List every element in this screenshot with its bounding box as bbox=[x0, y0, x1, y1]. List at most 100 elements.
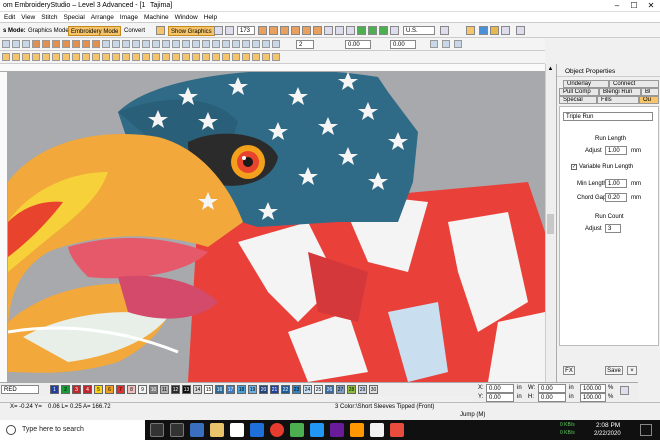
stitch-type-select[interactable]: Triple Run bbox=[563, 112, 653, 121]
stitch-effect-icon[interactable] bbox=[212, 53, 220, 61]
design-canvas[interactable] bbox=[8, 72, 545, 382]
color-swatch[interactable]: 4 bbox=[83, 385, 92, 394]
mail-icon[interactable] bbox=[250, 423, 264, 437]
color-swatch[interactable]: 17 bbox=[226, 385, 235, 394]
rectangle-icon[interactable] bbox=[42, 53, 50, 61]
color-wheel-icon[interactable] bbox=[479, 26, 488, 35]
close-icon[interactable]: ✕ bbox=[644, 1, 658, 11]
value-field-1[interactable]: 2 bbox=[296, 40, 314, 49]
sequence-icon[interactable] bbox=[202, 40, 210, 48]
color-swatch[interactable]: 23 bbox=[292, 385, 301, 394]
outline-icon[interactable] bbox=[32, 40, 40, 48]
maximize-icon[interactable]: ☐ bbox=[627, 1, 641, 11]
grid-icon[interactable] bbox=[324, 26, 333, 35]
menu-arrange[interactable]: Arrange bbox=[91, 14, 114, 21]
align-center-icon[interactable] bbox=[112, 40, 120, 48]
minimize-icon[interactable]: – bbox=[610, 1, 624, 11]
clock-time[interactable]: 2:08 PM bbox=[596, 422, 620, 429]
show-graphics-icon[interactable] bbox=[156, 26, 165, 35]
color-swatch[interactable]: 7 bbox=[116, 385, 125, 394]
color-swatch[interactable]: 20 bbox=[259, 385, 268, 394]
app-icon-3[interactable] bbox=[330, 423, 344, 437]
text-icon[interactable] bbox=[72, 53, 80, 61]
color-swatch[interactable]: 28 bbox=[347, 385, 356, 394]
ungroup-icon[interactable] bbox=[142, 40, 150, 48]
show-graphics-button[interactable]: Show Graphics bbox=[168, 26, 215, 36]
menu-image[interactable]: Image bbox=[120, 14, 138, 21]
outline-tool-icon[interactable] bbox=[302, 26, 311, 35]
stitch-tool-icon[interactable] bbox=[258, 26, 267, 35]
cutwork-icon[interactable] bbox=[102, 53, 110, 61]
closed-object-icon[interactable] bbox=[22, 53, 30, 61]
branch-icon[interactable] bbox=[62, 40, 70, 48]
trim-icon[interactable] bbox=[222, 40, 230, 48]
value-field-2[interactable]: 0.00 bbox=[345, 40, 371, 49]
unlock-icon[interactable] bbox=[162, 40, 170, 48]
variable-run-length-checkbox[interactable]: ✓ bbox=[571, 164, 577, 170]
fill-tool-icon[interactable] bbox=[269, 26, 278, 35]
run-count-input[interactable]: 3 bbox=[605, 224, 621, 233]
tatami-tool-icon[interactable] bbox=[313, 26, 322, 35]
rotate-icon[interactable] bbox=[22, 40, 30, 48]
frame-icon[interactable] bbox=[272, 40, 280, 48]
adjust-input[interactable]: 1.00 bbox=[605, 146, 627, 155]
scroll-thumb[interactable] bbox=[547, 214, 554, 234]
bling-icon[interactable] bbox=[132, 53, 140, 61]
tab-pull-comp[interactable]: Pull Comp bbox=[559, 88, 599, 96]
color-swatch[interactable]: 9 bbox=[138, 385, 147, 394]
app-icon-2[interactable] bbox=[310, 423, 324, 437]
stop-icon[interactable] bbox=[379, 26, 388, 35]
flip-icon[interactable] bbox=[182, 40, 190, 48]
color-swatch[interactable]: 18 bbox=[237, 385, 246, 394]
color-swatch[interactable]: 12 bbox=[171, 385, 180, 394]
menu-stitch[interactable]: Stitch bbox=[41, 14, 57, 21]
color-swatch[interactable]: 22 bbox=[281, 385, 290, 394]
color-swatch[interactable]: 29 bbox=[358, 385, 367, 394]
needle-icon[interactable] bbox=[262, 40, 270, 48]
save-button[interactable]: Save bbox=[605, 366, 623, 375]
measure-icon[interactable] bbox=[454, 40, 462, 48]
color-swatch[interactable]: 27 bbox=[336, 385, 345, 394]
h-input[interactable]: 0.00 bbox=[538, 393, 566, 402]
export-icon[interactable] bbox=[501, 26, 510, 35]
color-swatch[interactable]: 24 bbox=[303, 385, 312, 394]
color-swatch[interactable]: 10 bbox=[149, 385, 158, 394]
keyboard-icon[interactable] bbox=[440, 26, 449, 35]
tatami-icon[interactable] bbox=[82, 40, 90, 48]
folder-icon[interactable] bbox=[210, 423, 224, 437]
explorer-icon[interactable] bbox=[190, 423, 204, 437]
star-icon[interactable] bbox=[62, 53, 70, 61]
convert-button[interactable]: Convert bbox=[122, 26, 147, 36]
zoom-out-icon[interactable] bbox=[225, 26, 234, 35]
column-icon[interactable] bbox=[72, 40, 80, 48]
sequin-icon[interactable] bbox=[112, 53, 120, 61]
app-icon-4[interactable] bbox=[350, 423, 364, 437]
monogram-icon[interactable] bbox=[82, 53, 90, 61]
align-right-icon[interactable] bbox=[122, 40, 130, 48]
lock-icon[interactable] bbox=[152, 40, 160, 48]
tab-connect[interactable]: Connect bbox=[609, 80, 659, 88]
menu-special[interactable]: Special bbox=[63, 14, 84, 21]
join-icon[interactable] bbox=[262, 53, 270, 61]
color-swatch[interactable]: 19 bbox=[248, 385, 257, 394]
play-icon[interactable] bbox=[368, 26, 377, 35]
edit-icon[interactable] bbox=[466, 26, 475, 35]
tab-underlay[interactable]: Underlay bbox=[563, 80, 609, 88]
select-icon[interactable] bbox=[2, 40, 10, 48]
tab-outlines[interactable]: Ou bbox=[639, 96, 659, 104]
align-left-icon[interactable] bbox=[102, 40, 110, 48]
tie-icon[interactable] bbox=[232, 40, 240, 48]
run-tool-icon[interactable] bbox=[291, 26, 300, 35]
brush-icon[interactable] bbox=[490, 26, 499, 35]
menu-machine[interactable]: Machine bbox=[144, 14, 169, 21]
mirror-icon[interactable] bbox=[172, 40, 180, 48]
tab-special[interactable]: Special bbox=[559, 96, 597, 104]
tab-blengi-run[interactable]: Blengi Run bbox=[599, 88, 641, 96]
green-dot-icon[interactable] bbox=[357, 26, 366, 35]
satin-tool-icon[interactable] bbox=[280, 26, 289, 35]
cortana-icon[interactable] bbox=[150, 423, 164, 437]
menu-window[interactable]: Window bbox=[175, 14, 198, 21]
embroidery-studio-icon[interactable] bbox=[390, 423, 404, 437]
pull-comp-icon[interactable] bbox=[202, 53, 210, 61]
weld-icon[interactable] bbox=[272, 53, 280, 61]
